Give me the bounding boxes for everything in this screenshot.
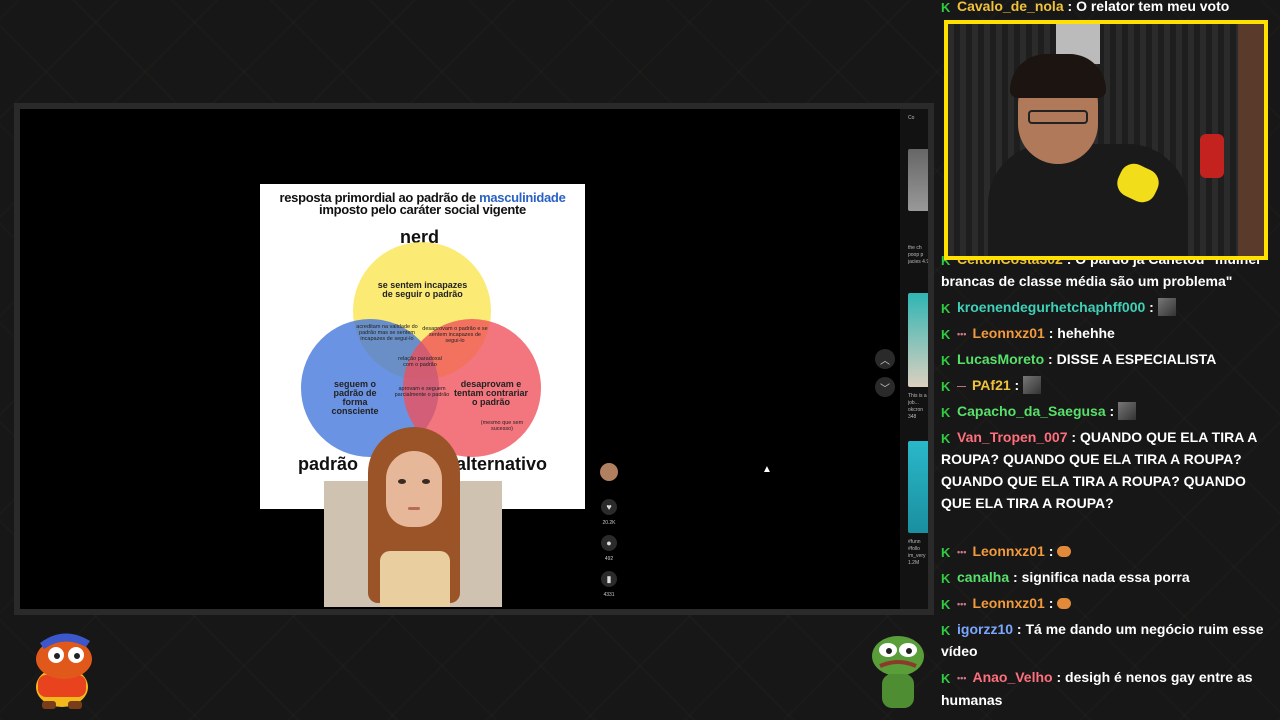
venn-bottom-text: aprovam e seguem parcialmente o padrão	[394, 386, 450, 398]
chevron-up-icon[interactable]: ︿	[875, 349, 895, 369]
chat-message: K LucasMoreto : DISSE A ESPECIALISTA	[941, 351, 1217, 368]
side-caption-1: Co	[908, 115, 915, 121]
chat-username[interactable]: kroenendegurhetchaphff000	[957, 299, 1145, 315]
presenter-video	[324, 421, 502, 607]
venn-right-text: desaprovam e tentam contrariar o padrão	[453, 379, 529, 407]
kick-badge-icon: K	[941, 301, 951, 316]
kick-badge-icon: K	[941, 597, 951, 612]
side-caption-3: This is a job... okcron 348	[908, 393, 927, 420]
subscriber-badge-icon: •••	[957, 547, 967, 557]
chat-text: significa nada essa porra	[1021, 569, 1190, 585]
slide-title: resposta primordial ao padrão de masculi…	[260, 191, 585, 217]
chat-username[interactable]: Capacho_da_Saegusa	[957, 403, 1106, 419]
subscriber-badge-icon: •••	[957, 329, 967, 339]
chat-username[interactable]: Leonnxz01	[972, 595, 1044, 611]
chat-username[interactable]: Cavalo_de_nola	[957, 0, 1064, 14]
chat-message: Kkroenendegurhetchaphff000 :	[941, 296, 1269, 318]
suggestion-thumb-2[interactable]	[908, 293, 928, 387]
mouse-cursor: ▲	[762, 464, 772, 475]
subscriber-badge-icon: •••	[957, 599, 967, 609]
suggestion-thumb-3[interactable]	[908, 441, 928, 533]
kick-badge-icon: K	[941, 379, 951, 394]
venn-center-text: relação paradoxal com o padrão	[398, 356, 442, 368]
kick-badge-icon: K	[941, 353, 951, 368]
chat-message: K Cavalo_de_nola : O relator tem meu voto	[941, 0, 1269, 17]
chat-message: K — PAf21 :	[941, 374, 1269, 397]
chat-message: K ••• Leonnxz01 :	[941, 540, 1269, 563]
chat-message: K ••• Leonnxz01 : hehehhe	[941, 322, 1269, 345]
venn-top-text: se sentem incapazes de seguir o padrão	[377, 280, 468, 299]
emote-image	[1118, 402, 1137, 420]
kick-badge-icon: K	[941, 623, 951, 638]
like-count: 20.2K	[602, 520, 616, 526]
pepe-emote-right	[872, 636, 924, 708]
chat-message: K ••• Leonnxz01 :	[941, 592, 1269, 615]
chat-username[interactable]: PAf21	[972, 377, 1011, 393]
subscriber-badge-icon: •••	[957, 673, 967, 683]
chat-text: DISSE A ESPECIALISTA	[1056, 351, 1217, 367]
chat-username[interactable]: Van_Tropen_007	[957, 429, 1068, 445]
comment-count: 492	[604, 556, 614, 562]
side-caption-2: the ch poop p jacies 4.9	[908, 245, 928, 265]
chat-username[interactable]: Anao_Velho	[972, 669, 1052, 685]
kick-badge-icon: K	[941, 431, 951, 446]
kick-badge-icon: K	[941, 405, 951, 420]
chat-username[interactable]: igorzz10	[957, 621, 1013, 637]
save-count: 4331	[603, 592, 615, 598]
emote-image	[1057, 546, 1072, 557]
bookmark-icon[interactable]: ▮	[601, 571, 617, 587]
emote-image	[1057, 598, 1072, 609]
emote-image	[1023, 376, 1042, 394]
chat-message: K ••• Anao_Velho : desigh é nenos gay entr…	[941, 669, 1253, 708]
chat-username[interactable]: Leonnxz01	[972, 325, 1044, 341]
venn-left-text: seguem o padrão de forma consciente	[331, 379, 379, 416]
kick-badge-icon: K	[941, 327, 951, 342]
chat-username[interactable]: canalha	[957, 569, 1009, 585]
chat-username[interactable]: LucasMoreto	[957, 351, 1044, 367]
mascot-emote-left	[36, 633, 92, 709]
side-caption-4: #funn #follo im_very 1.2M	[908, 539, 926, 566]
kick-badge-icon: K	[941, 0, 951, 15]
venn-top-left-text: acreditam na validade do padrão mas se s…	[356, 324, 418, 342]
chat-text: O relator tem meu voto	[1076, 0, 1230, 14]
subscriber-badge-icon: —	[957, 381, 966, 391]
like-icon[interactable]: ♥	[601, 499, 617, 515]
chat-message: K Capacho_da_Saegusa :	[941, 400, 1269, 422]
video-player[interactable]: resposta primordial ao padrão de masculi…	[20, 109, 928, 609]
venn-top-right-text: desaprovam o padrão e se sentem incapaze…	[422, 326, 488, 344]
chat-message: K Van_Tropen_007 : QUANDO QUE ELA TIRA A …	[941, 429, 1257, 511]
chevron-down-icon[interactable]: ﹀	[875, 377, 895, 397]
kick-badge-icon: K	[941, 671, 951, 686]
kick-badge-icon: K	[941, 571, 951, 586]
kick-badge-icon: K	[941, 545, 951, 560]
comment-icon[interactable]: ●	[601, 535, 617, 551]
suggestion-thumb-1[interactable]	[908, 149, 928, 211]
chat-username[interactable]: Leonnxz01	[972, 543, 1044, 559]
chat-text: hehehhe	[1057, 325, 1115, 341]
slide-title-part2: imposto pelo caráter social vigente	[319, 202, 526, 217]
chat-message: Kcanalha : significa nada essa porra	[941, 569, 1190, 586]
creator-avatar[interactable]	[600, 463, 618, 481]
video-window: resposta primordial ao padrão de masculi…	[14, 103, 934, 615]
chat-message: Kigorzz10 : Tá me dando um negócio ruim …	[941, 621, 1264, 659]
webcam-overlay	[944, 20, 1268, 260]
emote-image	[1157, 298, 1176, 316]
